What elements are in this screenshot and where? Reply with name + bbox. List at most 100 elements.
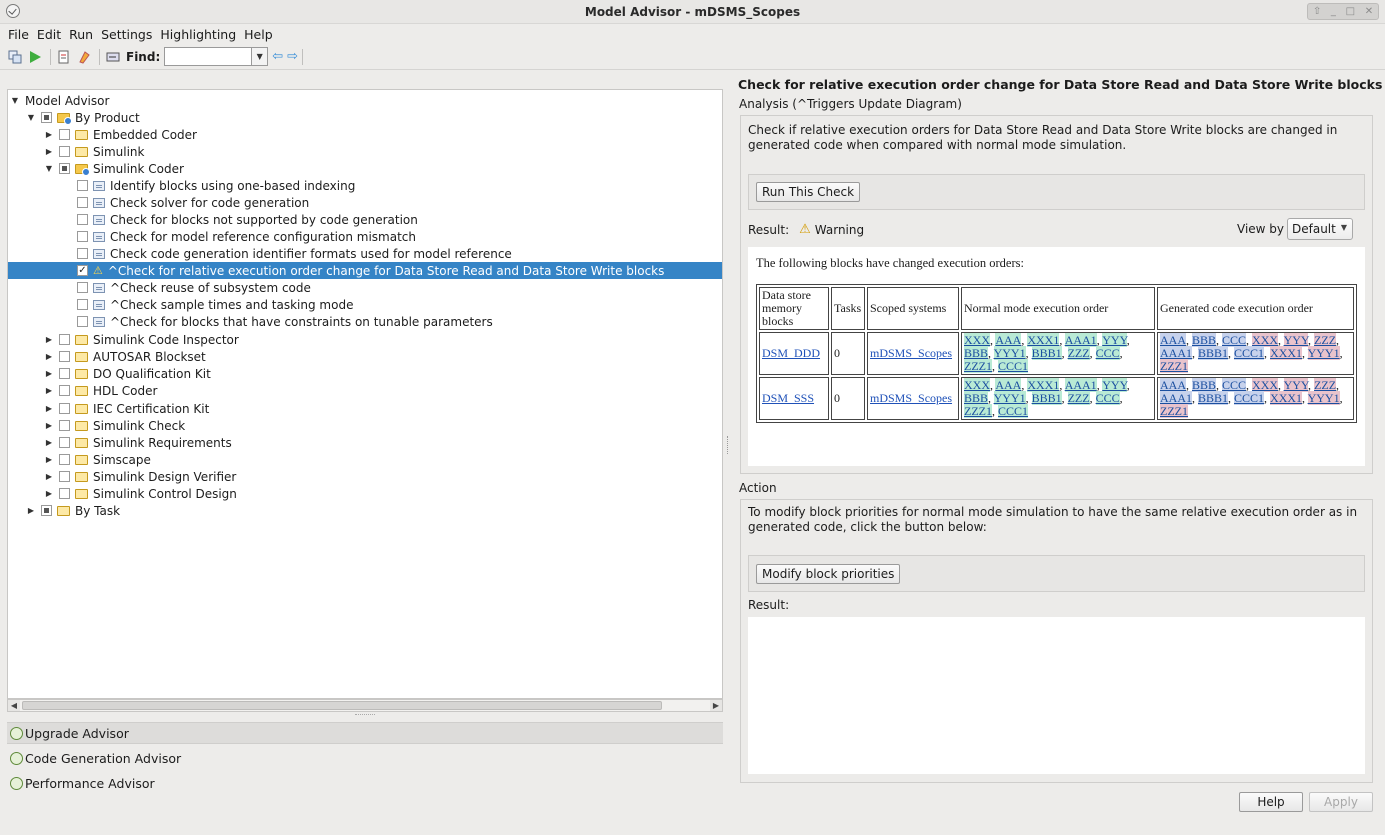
tree-node-product[interactable]: ▶ Simulink Code Inspector bbox=[8, 331, 722, 348]
find-next-icon[interactable]: ⇨ bbox=[287, 49, 298, 64]
collapse-arrow-icon[interactable]: ▼ bbox=[26, 113, 36, 122]
checkbox[interactable] bbox=[59, 146, 70, 157]
block-order-link[interactable]: AAA1 bbox=[1064, 333, 1097, 347]
block-order-link[interactable]: CCC1 bbox=[1234, 346, 1265, 360]
run-icon[interactable] bbox=[26, 48, 44, 66]
checkbox[interactable] bbox=[59, 129, 70, 140]
checkbox[interactable] bbox=[59, 385, 70, 396]
block-order-link[interactable]: AAA1 bbox=[1064, 378, 1097, 392]
scroll-left-icon[interactable]: ◀ bbox=[8, 700, 20, 711]
checkbox[interactable] bbox=[59, 488, 70, 499]
expand-tree-icon[interactable] bbox=[6, 48, 24, 66]
checkbox[interactable] bbox=[41, 505, 52, 516]
checkbox[interactable] bbox=[59, 403, 70, 414]
block-order-link[interactable]: ZZZ1 bbox=[1160, 359, 1188, 373]
block-order-link[interactable]: BBB bbox=[964, 346, 989, 360]
checkbox[interactable] bbox=[59, 471, 70, 482]
block-order-link[interactable]: CCC1 bbox=[1234, 391, 1265, 405]
block-link[interactable]: DSM_DDD bbox=[762, 346, 820, 360]
block-order-link[interactable]: YYY bbox=[1102, 333, 1127, 347]
block-order-link[interactable]: XXX1 bbox=[1270, 346, 1303, 360]
help-button[interactable]: Help bbox=[1239, 792, 1303, 812]
minimize-icon[interactable]: _ bbox=[1331, 6, 1336, 17]
block-order-link[interactable]: YYY bbox=[1102, 378, 1127, 392]
modify-block-priorities-button[interactable]: Modify block priorities bbox=[756, 564, 901, 584]
block-order-link[interactable]: ZZZ1 bbox=[964, 404, 992, 418]
horizontal-scrollbar[interactable]: ◀ ▶ bbox=[7, 699, 723, 712]
expand-arrow-icon[interactable]: ▶ bbox=[44, 386, 54, 395]
tree-node-model-advisor[interactable]: ▼ Model Advisor bbox=[8, 92, 722, 109]
system-link[interactable]: mDSMS_Scopes bbox=[870, 391, 952, 405]
tree-node-by-product[interactable]: ▼ By Product bbox=[8, 109, 722, 126]
upgrade-advisor-item[interactable]: Upgrade Advisor bbox=[7, 722, 723, 744]
scroll-thumb[interactable] bbox=[22, 701, 662, 710]
block-order-link[interactable]: BBB1 bbox=[1031, 391, 1062, 405]
tree-check-item-selected[interactable]: ⚠ ^Check for relative execution order ch… bbox=[8, 262, 722, 279]
block-order-link[interactable]: CCC bbox=[1222, 378, 1247, 392]
block-order-link[interactable]: YYY1 bbox=[1307, 346, 1340, 360]
system-link[interactable]: mDSMS_Scopes bbox=[870, 346, 952, 360]
expand-arrow-icon[interactable]: ▶ bbox=[44, 369, 54, 378]
tree-check-item[interactable]: Identify blocks using one-based indexing bbox=[8, 177, 722, 194]
tree-check-item[interactable]: ^Check reuse of subsystem code bbox=[8, 279, 722, 296]
vertical-splitter[interactable] bbox=[727, 436, 729, 454]
block-order-link[interactable]: BBB1 bbox=[1198, 391, 1229, 405]
report-icon[interactable] bbox=[55, 48, 73, 66]
block-order-link[interactable]: XXX1 bbox=[1270, 391, 1303, 405]
find-previous-icon[interactable]: ⇦ bbox=[272, 49, 283, 64]
block-order-link[interactable]: ZZZ bbox=[1314, 333, 1337, 347]
checkbox[interactable] bbox=[41, 112, 52, 123]
close-icon[interactable]: ✕ bbox=[1365, 6, 1373, 17]
collapse-arrow-icon[interactable]: ▼ bbox=[44, 164, 54, 173]
find-dropdown-icon[interactable]: ▼ bbox=[252, 47, 269, 66]
tree-check-item[interactable]: ^Check for blocks that have constraints … bbox=[8, 313, 722, 330]
block-order-link[interactable]: XXX bbox=[964, 333, 990, 347]
tree-node-product[interactable]: ▶ Simulink Check bbox=[8, 417, 722, 434]
checkbox[interactable] bbox=[59, 420, 70, 431]
tree-check-item[interactable]: Check for model reference configuration … bbox=[8, 228, 722, 245]
block-order-link[interactable]: AAA1 bbox=[1160, 346, 1192, 360]
expand-arrow-icon[interactable]: ▶ bbox=[44, 352, 54, 361]
tree-check-item[interactable]: ^Check sample times and tasking mode bbox=[8, 296, 722, 313]
model-advisor-tree[interactable]: ▼ Model Advisor ▼ By Product ▶ Embedded … bbox=[7, 89, 723, 699]
block-order-link[interactable]: BBB1 bbox=[1031, 346, 1062, 360]
apply-button[interactable]: Apply bbox=[1309, 792, 1373, 812]
menu-file[interactable]: File bbox=[4, 27, 33, 42]
expand-arrow-icon[interactable]: ▶ bbox=[44, 455, 54, 464]
checkbox[interactable] bbox=[59, 454, 70, 465]
block-order-link[interactable]: AAA bbox=[1160, 378, 1186, 392]
block-order-link[interactable]: YYY bbox=[1283, 333, 1309, 347]
block-order-link[interactable]: XXX1 bbox=[1027, 333, 1060, 347]
checkbox[interactable] bbox=[77, 282, 88, 293]
block-order-link[interactable]: YYY1 bbox=[993, 391, 1026, 405]
checkbox[interactable] bbox=[77, 180, 88, 191]
tree-node-product[interactable]: ▶ Simulink Design Verifier bbox=[8, 468, 722, 485]
tree-check-item[interactable]: Check for blocks not supported by code g… bbox=[8, 211, 722, 228]
splitter-grip[interactable] bbox=[355, 714, 375, 717]
tree-node-embedded-coder[interactable]: ▶ Embedded Coder bbox=[8, 126, 722, 143]
tree-node-product[interactable]: ▶ DO Qualification Kit bbox=[8, 365, 722, 382]
maximize-icon[interactable]: □ bbox=[1346, 6, 1355, 17]
block-order-link[interactable]: AAA bbox=[1160, 333, 1186, 347]
block-order-link[interactable]: AAA bbox=[995, 333, 1022, 347]
checkbox[interactable] bbox=[59, 437, 70, 448]
block-order-link[interactable]: XXX bbox=[964, 378, 990, 392]
expand-arrow-icon[interactable]: ▶ bbox=[44, 489, 54, 498]
block-order-link[interactable]: CCC bbox=[1095, 391, 1120, 405]
block-order-link[interactable]: ZZZ1 bbox=[964, 359, 992, 373]
expand-arrow-icon[interactable]: ▶ bbox=[26, 506, 36, 515]
tree-node-simulink-coder[interactable]: ▼ Simulink Coder bbox=[8, 160, 722, 177]
pin-icon[interactable]: ⇧ bbox=[1313, 6, 1321, 17]
checkbox[interactable] bbox=[77, 197, 88, 208]
block-order-link[interactable]: CCC1 bbox=[998, 404, 1029, 418]
menu-edit[interactable]: Edit bbox=[33, 27, 65, 42]
block-order-link[interactable]: YYY1 bbox=[993, 346, 1026, 360]
expand-arrow-icon[interactable]: ▶ bbox=[44, 130, 54, 139]
checkbox[interactable] bbox=[77, 214, 88, 225]
scroll-right-icon[interactable]: ▶ bbox=[710, 700, 722, 711]
block-order-link[interactable]: BBB bbox=[1192, 333, 1217, 347]
block-order-link[interactable]: ZZZ1 bbox=[1160, 404, 1188, 418]
block-order-link[interactable]: XXX bbox=[1252, 333, 1279, 347]
tree-node-product[interactable]: ▶ Simulink Control Design bbox=[8, 485, 722, 502]
tree-node-product[interactable]: ▶ HDL Coder bbox=[8, 382, 722, 399]
